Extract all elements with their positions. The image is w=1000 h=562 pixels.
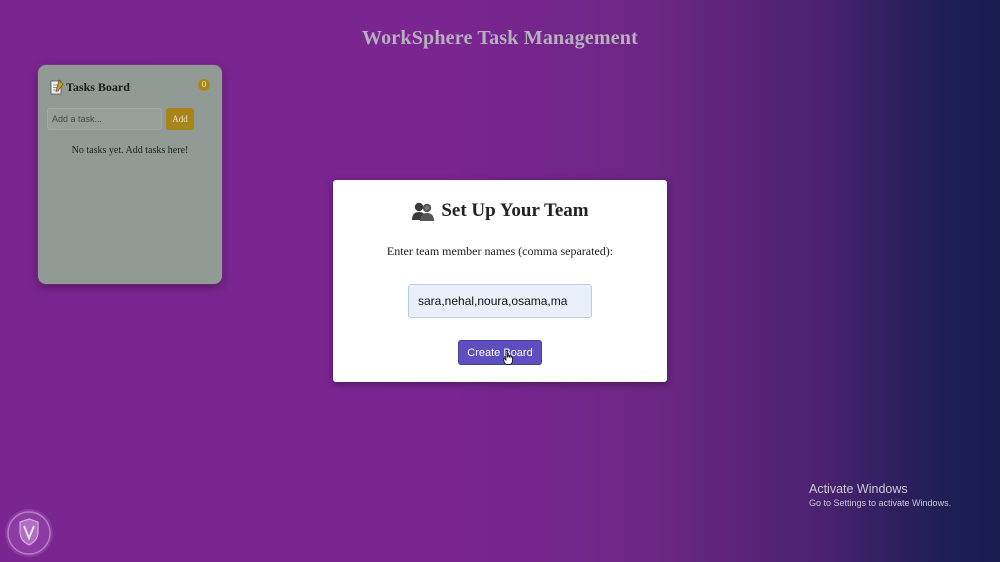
team-setup-modal: Set Up Your Team Enter team member names… bbox=[333, 180, 667, 382]
create-board-button[interactable]: Create Board bbox=[458, 340, 542, 365]
add-task-input[interactable] bbox=[47, 108, 162, 130]
tasks-board: Tasks Board 0 Add No tasks yet. Add task… bbox=[38, 65, 222, 284]
add-task-button[interactable]: Add bbox=[166, 108, 194, 130]
hand-cursor-icon bbox=[502, 350, 513, 365]
task-count-badge: 0 bbox=[198, 79, 210, 91]
windows-activation-watermark: Activate Windows Go to Settings to activ… bbox=[809, 482, 951, 508]
activation-subtitle: Go to Settings to activate Windows. bbox=[809, 498, 952, 508]
activation-title: Activate Windows bbox=[809, 482, 908, 496]
team-icon bbox=[411, 200, 435, 222]
shield-logo-icon bbox=[3, 507, 55, 559]
page-title: WorkSphere Task Management bbox=[362, 27, 638, 49]
board-header: Tasks Board 0 bbox=[50, 78, 210, 96]
memo-icon bbox=[50, 79, 64, 95]
modal-title: Set Up Your Team bbox=[441, 200, 589, 221]
board-title: Tasks Board bbox=[66, 79, 130, 94]
team-names-label: Enter team member names (comma separated… bbox=[386, 244, 614, 258]
modal-heading: Set Up Your Team bbox=[333, 199, 667, 223]
empty-tasks-message: No tasks yet. Add tasks here! bbox=[71, 145, 189, 156]
team-names-input[interactable] bbox=[408, 284, 592, 318]
